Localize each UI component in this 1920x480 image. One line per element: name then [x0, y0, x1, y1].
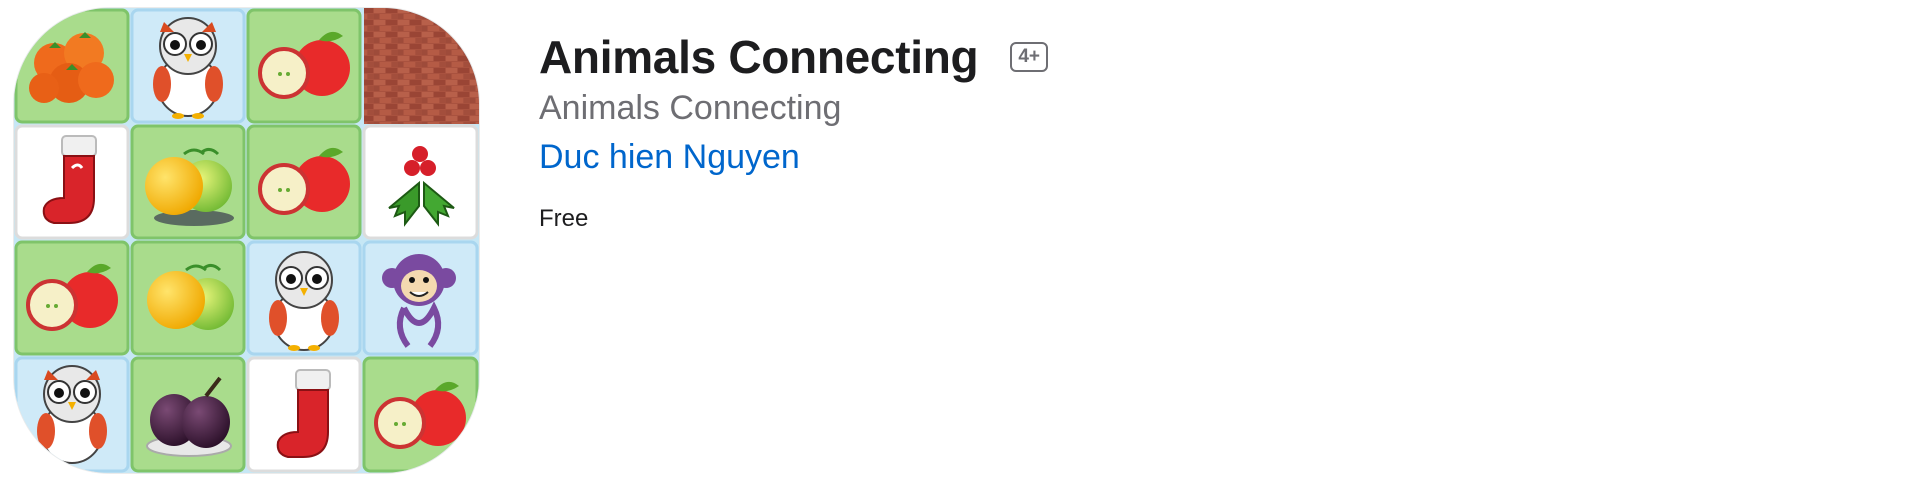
tile-brick-wall	[364, 8, 479, 124]
price-label: Free	[539, 205, 589, 232]
title-row: Animals Connecting 4+	[539, 28, 1048, 86]
developer-link[interactable]: Duc hien Nguyen	[539, 134, 800, 180]
tile-melons-2	[130, 240, 246, 356]
tile-apples-1	[246, 8, 362, 124]
tile-apples-3	[14, 240, 130, 356]
app-icon	[14, 8, 479, 473]
app-header: Animals Connecting 4+ Animals Connecting…	[0, 0, 1920, 480]
tile-holly	[362, 124, 479, 240]
tile-monkey	[362, 240, 479, 356]
tile-melons-1	[130, 124, 246, 240]
age-rating-badge: 4+	[1010, 42, 1048, 72]
tile-stocking-2	[246, 356, 362, 473]
tile-plums	[130, 356, 246, 473]
tile-apples-4	[362, 356, 479, 473]
tile-owl-2	[246, 240, 362, 356]
app-subtitle: Animals Connecting	[539, 89, 842, 127]
tile-tomatoes	[14, 8, 130, 124]
tile-stocking-1	[14, 124, 130, 240]
tile-apples-2	[246, 124, 362, 240]
app-info: Animals Connecting 4+ Animals Connecting…	[539, 28, 1048, 234]
app-title: Animals Connecting	[539, 31, 979, 83]
tile-owl-1	[130, 8, 246, 124]
tile-owl-3	[14, 356, 130, 473]
